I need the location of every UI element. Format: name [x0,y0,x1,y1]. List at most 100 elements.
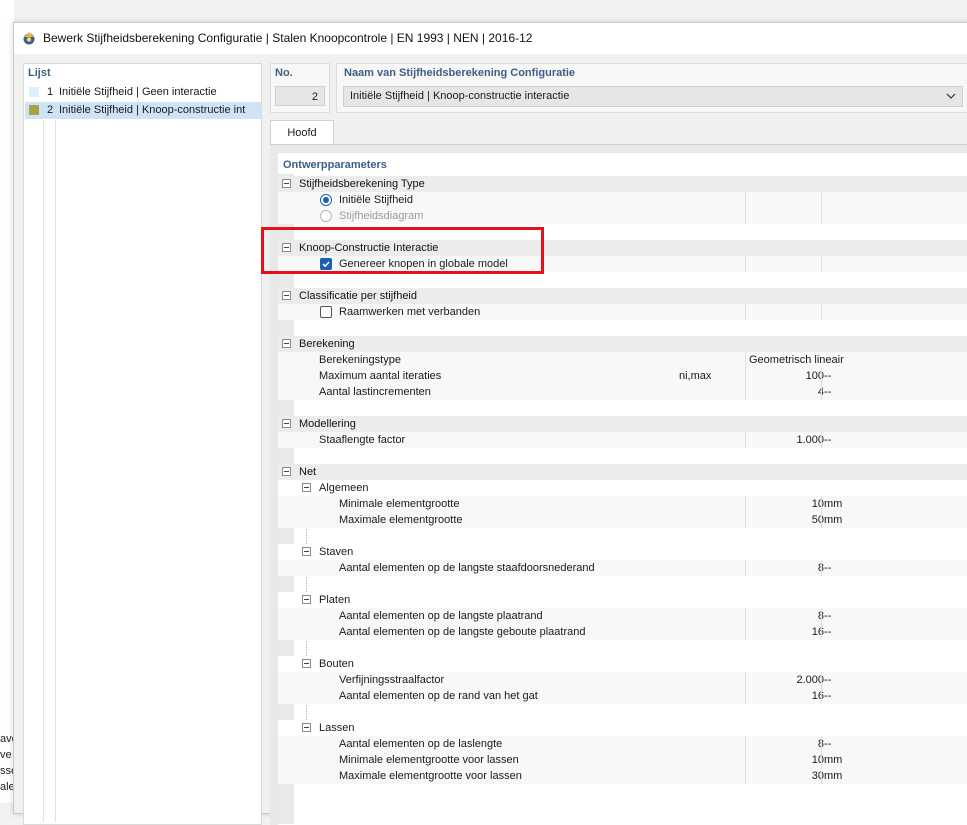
column-divider [745,352,746,368]
radio-unselected-icon[interactable] [320,210,332,222]
parameter-unit: mm [824,498,843,510]
parameter-label: Maximum aantal iteraties [319,370,442,382]
number-label: No. [275,67,293,79]
number-value: 2 [275,86,325,106]
section-row: Modellering [278,416,967,432]
collapse-icon[interactable] [282,419,291,428]
parameter-value[interactable]: 50 [812,514,824,526]
parameter-unit: -- [824,626,832,638]
parameter-value[interactable]: 16 [812,690,824,702]
parameter-label: Minimale elementgrootte voor lassen [339,754,519,766]
parameter-unit: -- [824,562,832,574]
parameter-unit: -- [824,370,832,382]
parameter-value[interactable]: Geometrisch lineair [749,354,844,366]
column-divider [745,512,746,528]
parameter-row[interactable]: Maximale elementgrootte 50 mm [278,512,967,528]
background-text: ale [0,781,14,793]
list-item-selected[interactable]: 2 Initiële Stijfheid | Knoop-constructie… [25,102,261,119]
window-title: Bewerk Stijfheidsberekening Configuratie… [43,31,533,45]
parameter-value[interactable]: 30 [812,770,824,782]
parameter-row[interactable]: Aantal elementen op de laslengte 8 -- [278,736,967,752]
collapse-icon[interactable] [282,339,291,348]
grid-title: Ontwerpparameters [283,159,387,171]
parameter-row[interactable]: Maximale elementgrootte voor lassen 30 m… [278,768,967,784]
column-divider [821,368,822,384]
parameter-row[interactable]: Minimale elementgrootte voor lassen 10 m… [278,752,967,768]
parameter-row[interactable]: Aantal elementen op de langste staafdoor… [278,560,967,576]
column-divider [821,496,822,512]
list-item-label: Initiële Stijfheid | Knoop-constructie i… [59,104,246,116]
parameter-row[interactable]: Staaflengte factor 1.000 -- [278,432,967,448]
parameter-value[interactable]: 10 [812,754,824,766]
subsection-row: Platen [278,592,967,608]
parameter-row[interactable]: Aantal lastincrementen 4 -- [278,384,967,400]
collapse-icon[interactable] [302,659,311,668]
parameter-label: Minimale elementgrootte [339,498,460,510]
chevron-down-icon [946,93,956,99]
parameter-label: Maximale elementgrootte [339,514,463,526]
option-row[interactable]: Stijfheidsdiagram [278,208,967,224]
collapse-icon[interactable] [302,483,311,492]
dialog-window: Bewerk Stijfheidsberekening Configuratie… [13,22,967,825]
title-bar[interactable]: Bewerk Stijfheidsberekening Configuratie… [14,23,967,54]
parameter-label: Aantal elementen op de langste staafdoor… [339,562,595,574]
tab-hoofd[interactable]: Hoofd [270,120,334,146]
parameter-row[interactable]: Aantal elementen op de langste geboute p… [278,624,967,640]
name-dropdown[interactable]: Initiële Stijfheid | Knoop-constructie i… [343,86,963,107]
parameter-label: Aantal elementen op de laslengte [339,738,503,750]
config-list-panel: Lijst 1 Initiële Stijfheid | Geen intera… [23,63,262,825]
column-divider [745,304,746,320]
collapse-icon[interactable] [282,467,291,476]
column-divider [745,208,746,224]
column-divider [745,432,746,448]
subsection-row: Bouten [278,656,967,672]
column-divider [821,512,822,528]
list-item[interactable]: 1 Initiële Stijfheid | Geen interactie [25,84,261,101]
radio-selected-icon[interactable] [320,194,332,206]
column-divider [821,256,822,272]
color-swatch [29,87,39,97]
section-row: Net [278,464,967,480]
parameter-row[interactable]: Aantal elementen op de rand van het gat … [278,688,967,704]
parameter-unit: -- [824,674,832,686]
parameter-row[interactable]: Maximum aantal iteraties ni,max 100 -- [278,368,967,384]
collapse-icon[interactable] [282,179,291,188]
section-row: Stijfheidsberekening Type [278,176,967,192]
subsection-row: Lassen [278,720,967,736]
collapse-icon[interactable] [282,291,291,300]
parameter-row[interactable]: Minimale elementgrootte 10 mm [278,496,967,512]
parameter-unit: mm [824,754,843,766]
parameter-value[interactable]: 16 [812,626,824,638]
collapse-icon[interactable] [302,595,311,604]
background-text: ve [0,749,12,761]
column-divider [821,208,822,224]
column-divider [821,688,822,704]
color-swatch [29,105,39,115]
checkbox-unchecked-icon[interactable] [320,306,332,318]
subsection-row: Algemeen [278,480,967,496]
collapse-icon[interactable] [302,547,311,556]
collapse-icon[interactable] [302,723,311,732]
parameter-row[interactable]: Berekeningstype Geometrisch lineair [278,352,967,368]
parameter-value[interactable]: 1.000 [796,434,824,446]
parameter-unit: -- [824,738,832,750]
section-row: Berekening [278,336,967,352]
option-row[interactable]: Raamwerken met verbanden [278,304,967,320]
parameter-value[interactable]: 10 [812,498,824,510]
option-row[interactable]: Initiële Stijfheid [278,192,967,208]
parameter-row[interactable]: Verfijningsstraalfactor 2.000 -- [278,672,967,688]
section-label: Modellering [299,418,356,430]
column-divider [745,384,746,400]
background-text: ave [0,733,14,745]
subsection-label: Platen [319,594,351,606]
column-divider [43,120,44,822]
column-divider [821,624,822,640]
column-divider [821,384,822,400]
parameter-row[interactable]: Aantal elementen op de langste plaatrand… [278,608,967,624]
column-divider [745,768,746,784]
parameter-label: Maximale elementgrootte voor lassen [339,770,522,782]
parameter-value[interactable]: 2.000 [796,674,824,686]
list-item-number: 2 [47,104,54,116]
parameter-symbol: ni,max [679,370,712,382]
subsection-label: Staven [319,546,354,558]
